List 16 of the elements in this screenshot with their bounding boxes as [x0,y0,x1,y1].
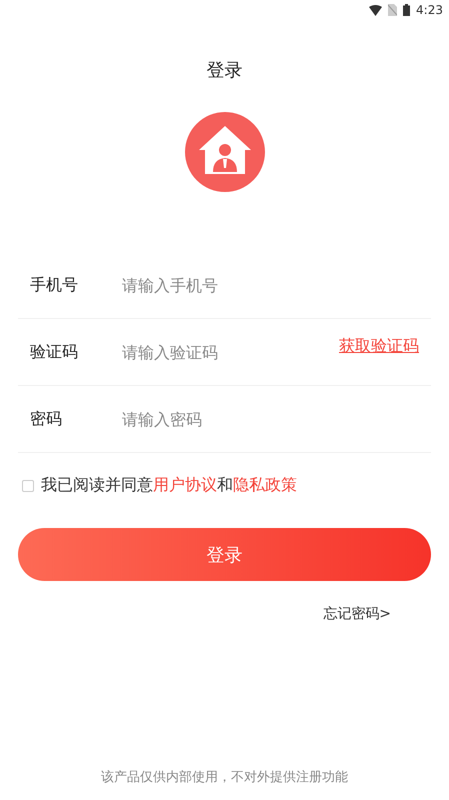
status-time: 4:23 [416,3,443,17]
footer-notice: 该产品仅供内部使用，不对外提供注册功能 [100,769,349,786]
field-label: 验证码 [30,342,79,362]
field-label: 密码 [30,408,63,430]
login-button[interactable]: 登录 [18,528,431,581]
field-label: 手机号 [30,274,79,296]
policy-link[interactable]: 用户协议 [153,475,217,494]
no-sim-icon [388,4,398,16]
policy-link[interactable]: 隐私政策 [233,475,297,494]
agreement-checkbox[interactable] [22,480,34,492]
forgot-password-link[interactable]: 忘记密码> [323,605,391,623]
page-title: 登录 [206,59,242,82]
agreement-text: 我已阅读并同意用户协议和隐私政策 [41,475,297,496]
get-code-link[interactable]: 获取验证码 [339,336,419,356]
wifi-icon [369,4,382,16]
battery-icon [403,4,410,16]
